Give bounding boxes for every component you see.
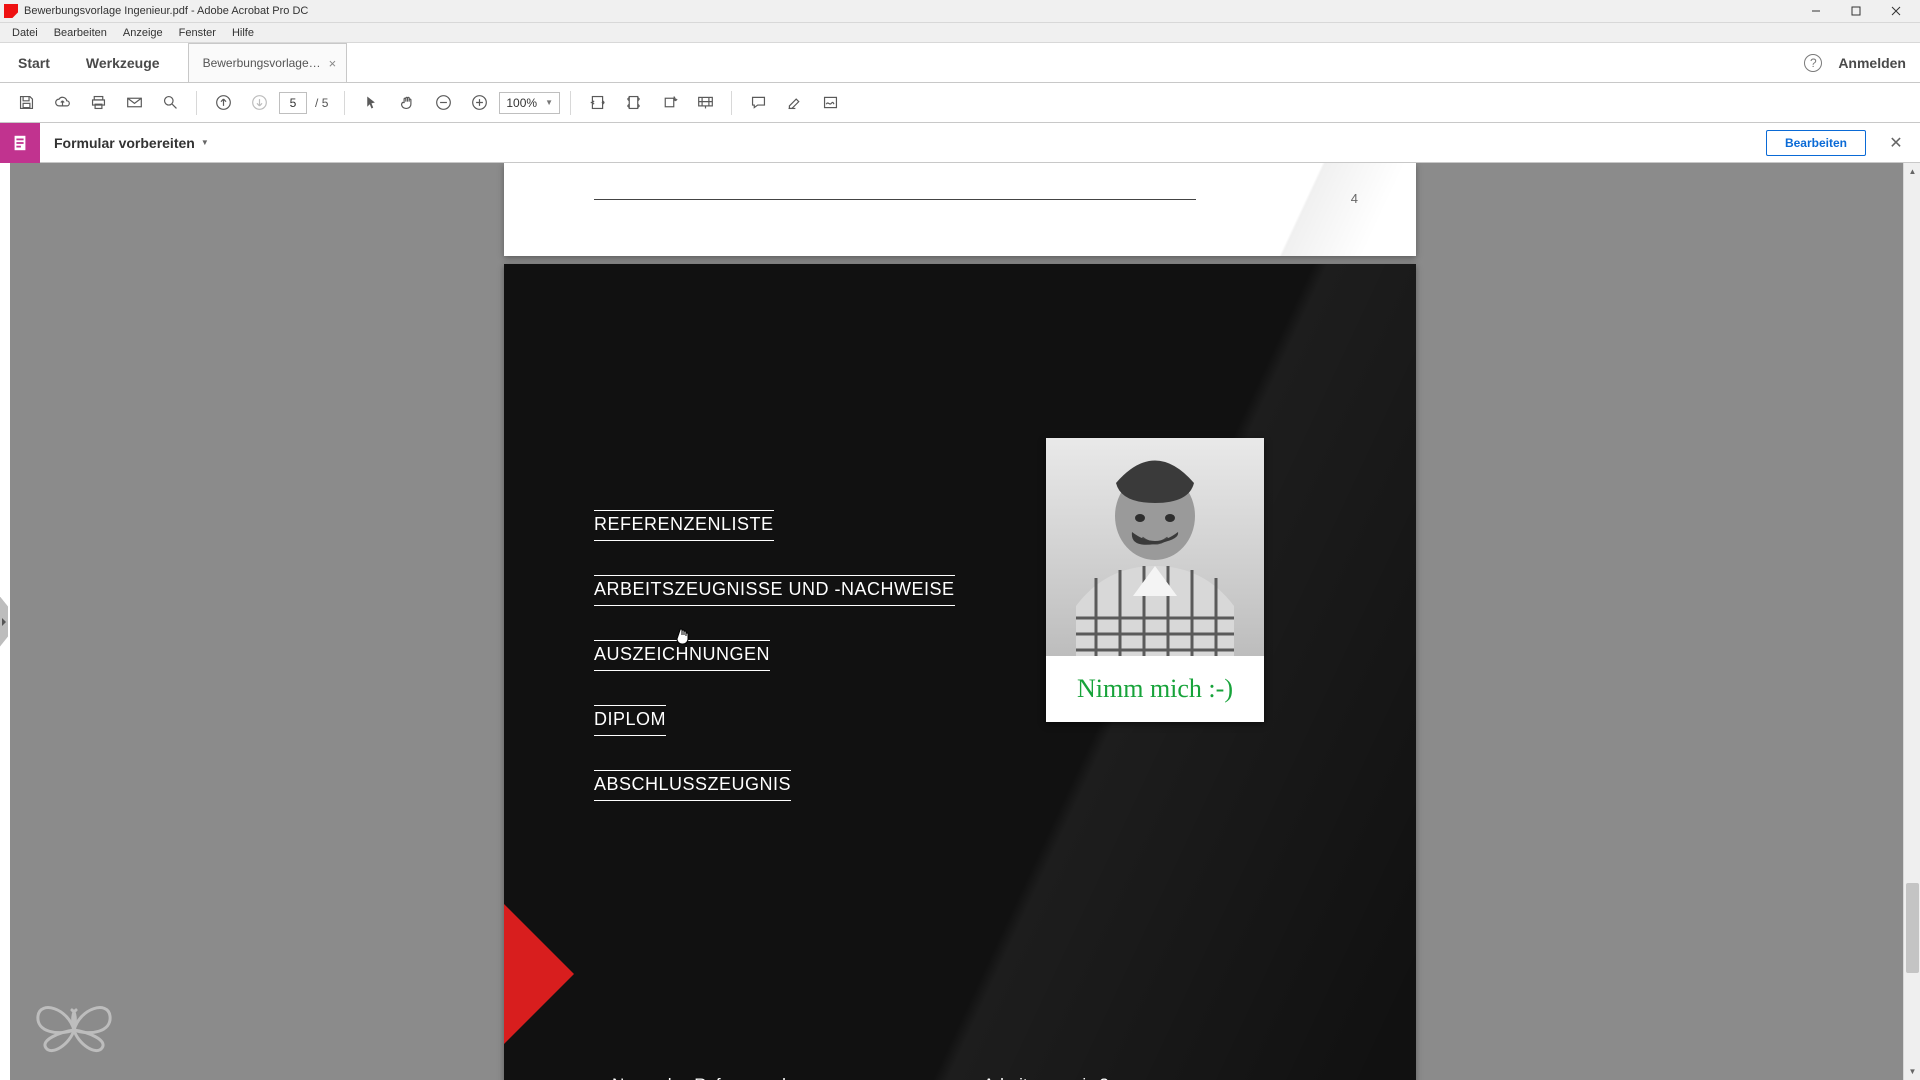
context-tool-dropdown[interactable]: Formular vorbereiten ▼ bbox=[40, 135, 217, 151]
zoom-in-icon[interactable] bbox=[463, 87, 495, 119]
help-icon[interactable]: ? bbox=[1804, 54, 1822, 72]
chevron-down-icon: ▼ bbox=[545, 98, 553, 107]
tab-document-label: Bewerbungsvorlage… bbox=[203, 56, 321, 70]
search-icon[interactable] bbox=[154, 87, 186, 119]
print-icon[interactable] bbox=[82, 87, 114, 119]
red-arrow-decor bbox=[504, 904, 574, 1044]
photo-caption: Nimm mich :-) bbox=[1046, 656, 1264, 722]
watermark-butterfly-icon bbox=[34, 990, 114, 1060]
window-close-button[interactable] bbox=[1876, 0, 1916, 23]
save-icon[interactable] bbox=[10, 87, 42, 119]
rotate-icon[interactable] bbox=[653, 87, 685, 119]
chevron-down-icon: ▼ bbox=[201, 138, 209, 147]
document-viewport[interactable]: 4 REFERENZENLISTE ARBEITSZEUGNISSE UND -… bbox=[0, 163, 1920, 1080]
hand-tool-icon[interactable] bbox=[391, 87, 423, 119]
scroll-thumb[interactable] bbox=[1906, 883, 1919, 973]
menu-hilfe[interactable]: Hilfe bbox=[224, 25, 262, 41]
toolbar-separator bbox=[196, 91, 197, 115]
window-minimize-button[interactable] bbox=[1796, 0, 1836, 23]
fit-page-icon[interactable] bbox=[617, 87, 649, 119]
cloud-upload-icon[interactable] bbox=[46, 87, 78, 119]
menu-anzeige[interactable]: Anzeige bbox=[115, 25, 171, 41]
page-prev-icon[interactable] bbox=[207, 87, 239, 119]
tab-start[interactable]: Start bbox=[0, 43, 68, 82]
toolbar-separator bbox=[731, 91, 732, 115]
toolbar-separator bbox=[570, 91, 571, 115]
comment-icon[interactable] bbox=[742, 87, 774, 119]
heading-arbeitszeugnisse: ARBEITSZEUGNISSE UND -NACHWEISE bbox=[594, 575, 955, 606]
tool-context-bar: Formular vorbereiten ▼ Bearbeiten ✕ bbox=[0, 123, 1920, 163]
page-number-input[interactable] bbox=[279, 92, 307, 114]
cursor-hand-icon bbox=[674, 628, 690, 646]
close-context-button[interactable]: ✕ bbox=[1880, 127, 1912, 159]
applicant-photo-card: Nimm mich :-) bbox=[1046, 438, 1264, 722]
page-sheen bbox=[1196, 163, 1416, 256]
menu-datei[interactable]: Datei bbox=[4, 25, 46, 41]
prepare-form-badge-icon bbox=[0, 123, 40, 163]
page-next-icon bbox=[243, 87, 275, 119]
window-title: Bewerbungsvorlage Ingenieur.pdf - Adobe … bbox=[24, 5, 308, 17]
mail-icon[interactable] bbox=[118, 87, 150, 119]
tab-tools[interactable]: Werkzeuge bbox=[68, 43, 178, 82]
ref-item-right-title: Arbeitszeugnis 3 bbox=[965, 1072, 1109, 1080]
zoom-out-icon[interactable] bbox=[427, 87, 459, 119]
toolbar-separator bbox=[344, 91, 345, 115]
sign-icon[interactable] bbox=[814, 87, 846, 119]
tab-document-close-icon[interactable]: × bbox=[329, 56, 337, 71]
heading-referenzenliste: REFERENZENLISTE bbox=[594, 510, 774, 541]
page-number: 4 bbox=[1351, 191, 1358, 206]
page-5: REFERENZENLISTE ARBEITSZEUGNISSE UND -NA… bbox=[504, 264, 1416, 1080]
window-maximize-button[interactable] bbox=[1836, 0, 1876, 23]
page-total-label: / 5 bbox=[311, 96, 334, 110]
edit-button[interactable]: Bearbeiten bbox=[1766, 130, 1866, 156]
highlight-icon[interactable] bbox=[778, 87, 810, 119]
heading-diplom: DIPLOM bbox=[594, 705, 666, 736]
select-tool-icon[interactable] bbox=[355, 87, 387, 119]
menu-bearbeiten[interactable]: Bearbeiten bbox=[46, 25, 115, 41]
zoom-value: 100% bbox=[506, 96, 537, 110]
zoom-select[interactable]: 100% ▼ bbox=[499, 92, 560, 114]
section-headings: REFERENZENLISTE ARBEITSZEUGNISSE UND -NA… bbox=[594, 510, 955, 835]
tab-strip: Start Werkzeuge Bewerbungsvorlage… × ? A… bbox=[0, 43, 1920, 83]
app-icon bbox=[4, 4, 18, 18]
scroll-down-icon[interactable]: ▼ bbox=[1904, 1063, 1920, 1080]
page-4-tail: 4 bbox=[504, 163, 1416, 256]
sign-in-link[interactable]: Anmelden bbox=[1838, 55, 1906, 71]
title-bar: Bewerbungsvorlage Ingenieur.pdf - Adobe … bbox=[0, 0, 1920, 23]
ref-item-left-title: Name des Referenzgebers bbox=[594, 1072, 815, 1080]
heading-abschlusszeugnis: ABSCHLUSSZEUGNIS bbox=[594, 770, 791, 801]
vertical-scrollbar[interactable]: ▲ ▼ bbox=[1903, 163, 1920, 1080]
tab-document[interactable]: Bewerbungsvorlage… × bbox=[188, 43, 348, 82]
scroll-up-icon[interactable]: ▲ bbox=[1904, 163, 1920, 180]
applicant-photo bbox=[1046, 438, 1264, 656]
fit-width-icon[interactable] bbox=[581, 87, 613, 119]
main-toolbar: / 5 100% ▼ bbox=[0, 83, 1920, 123]
menu-bar: Datei Bearbeiten Anzeige Fenster Hilfe bbox=[0, 23, 1920, 43]
menu-fenster[interactable]: Fenster bbox=[171, 25, 224, 41]
reference-columns: Name des Referenzgebers (Anlage 1) Arbei… bbox=[594, 1072, 1109, 1080]
context-tool-label: Formular vorbereiten bbox=[54, 135, 195, 151]
read-mode-icon[interactable] bbox=[689, 87, 721, 119]
